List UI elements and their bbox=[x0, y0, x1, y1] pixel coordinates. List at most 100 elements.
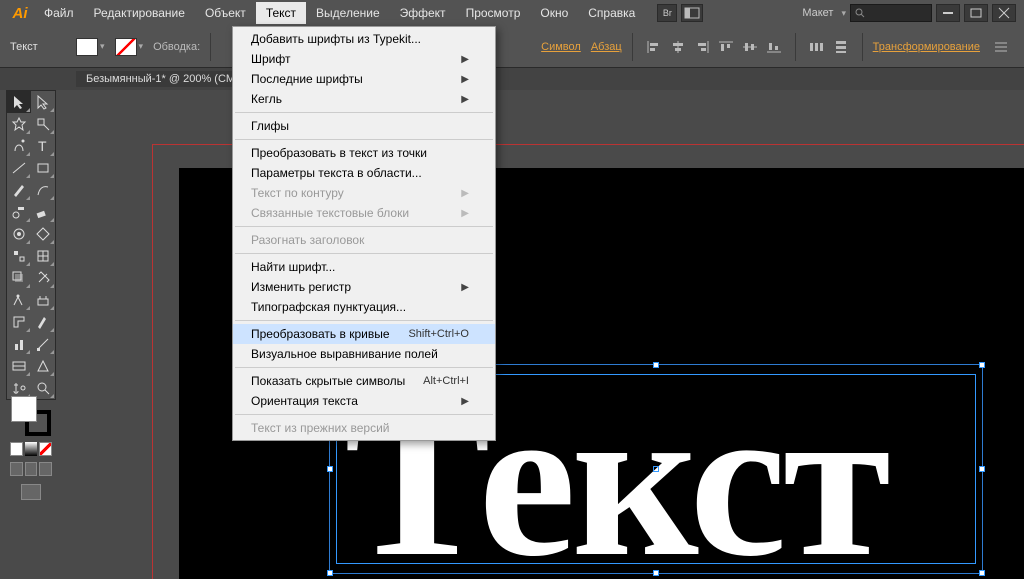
menu-items-container: ФайлРедактированиеОбъектТекстВыделениеЭф… bbox=[34, 2, 645, 24]
blend-tool[interactable] bbox=[31, 311, 55, 333]
color-none-icon[interactable] bbox=[39, 442, 52, 456]
align-top-icon[interactable] bbox=[715, 36, 737, 58]
rotate-tool[interactable] bbox=[7, 223, 31, 245]
menu-item[interactable]: Параметры текста в области... bbox=[233, 163, 495, 183]
line-tool[interactable] bbox=[7, 157, 31, 179]
draw-normal-icon[interactable] bbox=[10, 462, 23, 476]
panel-menu-icon[interactable] bbox=[990, 36, 1012, 58]
draw-behind-icon[interactable] bbox=[25, 462, 38, 476]
menu-item-label: Связанные текстовые блоки bbox=[251, 206, 409, 220]
lasso-tool[interactable] bbox=[31, 113, 55, 135]
search-input[interactable] bbox=[850, 4, 932, 22]
menu-item-файл[interactable]: Файл bbox=[34, 2, 84, 24]
align-bottom-icon[interactable] bbox=[763, 36, 785, 58]
align-vcenter-icon[interactable] bbox=[739, 36, 761, 58]
distribute-group bbox=[806, 36, 852, 58]
menu-item-выделение[interactable]: Выделение bbox=[306, 2, 390, 24]
menu-item[interactable]: Преобразовать в текст из точки bbox=[233, 143, 495, 163]
eyedropper-tool[interactable] bbox=[7, 311, 31, 333]
window-close-button[interactable] bbox=[992, 4, 1016, 22]
menu-item[interactable]: Последние шрифты▶ bbox=[233, 69, 495, 89]
fill-swatch-group[interactable]: ▾ bbox=[76, 38, 105, 56]
eraser-tool[interactable] bbox=[31, 201, 55, 223]
document-tab-bar: Безымянный-1* @ 200% (CMYK/П bbox=[0, 68, 1024, 90]
width-tool[interactable] bbox=[7, 245, 31, 267]
menu-item[interactable]: Типографская пунктуация... bbox=[233, 297, 495, 317]
selection-handle[interactable] bbox=[653, 362, 659, 368]
selection-handle[interactable] bbox=[327, 466, 333, 472]
menu-item-эффект[interactable]: Эффект bbox=[390, 2, 456, 24]
canvas-area[interactable]: Текст bbox=[64, 90, 1024, 579]
blob-brush-tool[interactable] bbox=[7, 201, 31, 223]
direct-selection-tool[interactable] bbox=[31, 91, 55, 113]
stroke-swatch-none[interactable] bbox=[115, 38, 137, 56]
color-solid-icon[interactable] bbox=[10, 442, 23, 456]
perspective-tool[interactable] bbox=[31, 267, 55, 289]
workspace-layout-icon[interactable] bbox=[681, 4, 703, 22]
menu-item-текст[interactable]: Текст bbox=[256, 2, 306, 24]
menu-item[interactable]: Глифы bbox=[233, 116, 495, 136]
selection-handle[interactable] bbox=[979, 570, 985, 576]
menu-item-окно[interactable]: Окно bbox=[530, 2, 578, 24]
divider bbox=[862, 33, 863, 61]
window-minimize-button[interactable] bbox=[936, 4, 960, 22]
menu-item[interactable]: Визуальное выравнивание полей bbox=[233, 344, 495, 364]
fill-stroke-indicator[interactable] bbox=[11, 396, 51, 436]
draw-inside-icon[interactable] bbox=[39, 462, 52, 476]
selection-tool[interactable] bbox=[7, 91, 31, 113]
menu-item[interactable]: Показать скрытые символыAlt+Ctrl+I bbox=[233, 371, 495, 391]
menu-item[interactable]: Добавить шрифты из Typekit... bbox=[233, 29, 495, 49]
gradient-tool[interactable] bbox=[31, 289, 55, 311]
menubar-right: Макет ▾ bbox=[802, 0, 1016, 26]
screen-mode-icon[interactable] bbox=[21, 484, 41, 500]
bridge-badge[interactable]: Br bbox=[657, 4, 677, 22]
submenu-arrow-icon: ▶ bbox=[461, 74, 469, 85]
artboard-tool[interactable] bbox=[7, 355, 31, 377]
magic-wand-tool[interactable] bbox=[7, 113, 31, 135]
menu-item: Разогнать заголовок bbox=[233, 230, 495, 250]
pen-tool[interactable] bbox=[7, 135, 31, 157]
menu-item[interactable]: Шрифт▶ bbox=[233, 49, 495, 69]
menu-item-справка[interactable]: Справка bbox=[578, 2, 645, 24]
distribute-h-icon[interactable] bbox=[806, 36, 828, 58]
menu-item[interactable]: Кегль▶ bbox=[233, 89, 495, 109]
mesh-tool[interactable] bbox=[7, 289, 31, 311]
menu-item[interactable]: Ориентация текста▶ bbox=[233, 391, 495, 411]
distribute-v-icon[interactable] bbox=[830, 36, 852, 58]
align-hcenter-icon[interactable] bbox=[667, 36, 689, 58]
menu-item-просмотр[interactable]: Просмотр bbox=[456, 2, 531, 24]
symbol-sprayer-tool[interactable] bbox=[31, 355, 55, 377]
selection-handle[interactable] bbox=[979, 362, 985, 368]
stroke-swatch-group[interactable]: ▾ bbox=[115, 38, 144, 56]
paragraph-link[interactable]: Абзац bbox=[591, 41, 622, 53]
symbol-link[interactable]: Символ bbox=[541, 41, 581, 53]
transform-link[interactable]: Трансформирование bbox=[873, 41, 980, 53]
shape-builder-tool[interactable] bbox=[7, 267, 31, 289]
layout-dropdown-icon[interactable]: ▾ bbox=[841, 8, 846, 19]
free-transform-tool[interactable] bbox=[31, 245, 55, 267]
menu-item[interactable]: Найти шрифт... bbox=[233, 257, 495, 277]
selection-handle[interactable] bbox=[979, 466, 985, 472]
menu-shortcut: Shift+Ctrl+O bbox=[408, 328, 469, 340]
selection-handle[interactable] bbox=[653, 570, 659, 576]
slice-tool[interactable] bbox=[31, 333, 55, 355]
scale-tool[interactable] bbox=[31, 223, 55, 245]
color-gradient-icon[interactable] bbox=[25, 442, 38, 456]
menu-item-объект[interactable]: Объект bbox=[195, 2, 256, 24]
fill-swatch[interactable] bbox=[76, 38, 98, 56]
align-right-icon[interactable] bbox=[691, 36, 713, 58]
menu-item[interactable]: Изменить регистр▶ bbox=[233, 277, 495, 297]
menu-item-редактирование[interactable]: Редактирование bbox=[84, 2, 195, 24]
align-left-icon[interactable] bbox=[643, 36, 665, 58]
column-graph-tool[interactable] bbox=[7, 333, 31, 355]
type-tool[interactable]: T bbox=[31, 135, 55, 157]
layout-label[interactable]: Макет bbox=[802, 7, 833, 19]
paintbrush-tool[interactable] bbox=[7, 179, 31, 201]
window-maximize-button[interactable] bbox=[964, 4, 988, 22]
rectangle-tool[interactable] bbox=[31, 157, 55, 179]
pencil-tool[interactable] bbox=[31, 179, 55, 201]
stroke-label: Обводка: bbox=[153, 41, 200, 53]
fill-color-box[interactable] bbox=[11, 396, 37, 422]
selection-handle[interactable] bbox=[327, 570, 333, 576]
menu-item[interactable]: Преобразовать в кривыеShift+Ctrl+O bbox=[233, 324, 495, 344]
